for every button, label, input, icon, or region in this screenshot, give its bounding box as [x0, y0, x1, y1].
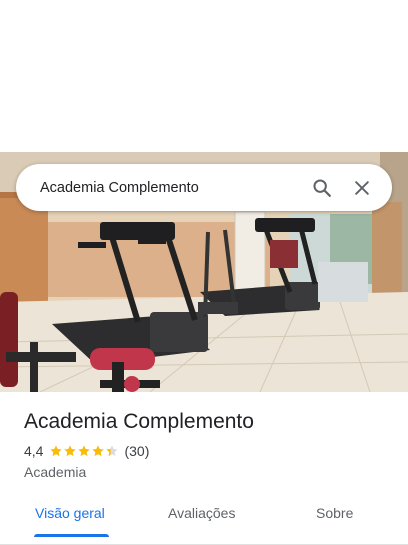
- star-icon: [64, 445, 77, 457]
- star-icon: [106, 445, 119, 457]
- search-input[interactable]: Academia Complemento: [40, 180, 302, 196]
- rating-value: 4,4: [24, 443, 44, 459]
- active-tab-indicator: [34, 534, 109, 537]
- close-button[interactable]: [342, 168, 382, 208]
- rating-row[interactable]: 4,4 (30): [24, 441, 394, 461]
- close-icon: [355, 180, 369, 195]
- star-icon: [78, 445, 91, 457]
- place-info: Academia Complemento 4,4 (30) Academia: [24, 408, 394, 480]
- review-count[interactable]: (30): [124, 443, 149, 459]
- search-bar[interactable]: Academia Complemento: [16, 164, 392, 211]
- search-button[interactable]: [302, 168, 342, 208]
- place-category[interactable]: Academia: [24, 464, 394, 480]
- star-icon: [50, 445, 63, 457]
- search-icon: [313, 178, 331, 197]
- star-rating: [49, 444, 119, 458]
- place-title: Academia Complemento: [24, 410, 254, 433]
- tab-bar: Visão geral Avaliações Sobre: [0, 496, 408, 545]
- tab-reviews[interactable]: Avaliações: [168, 505, 235, 521]
- star-icon: [92, 445, 105, 457]
- tab-about[interactable]: Sobre: [316, 505, 353, 521]
- blank-map-area: [0, 0, 408, 152]
- tab-overview[interactable]: Visão geral: [35, 505, 105, 521]
